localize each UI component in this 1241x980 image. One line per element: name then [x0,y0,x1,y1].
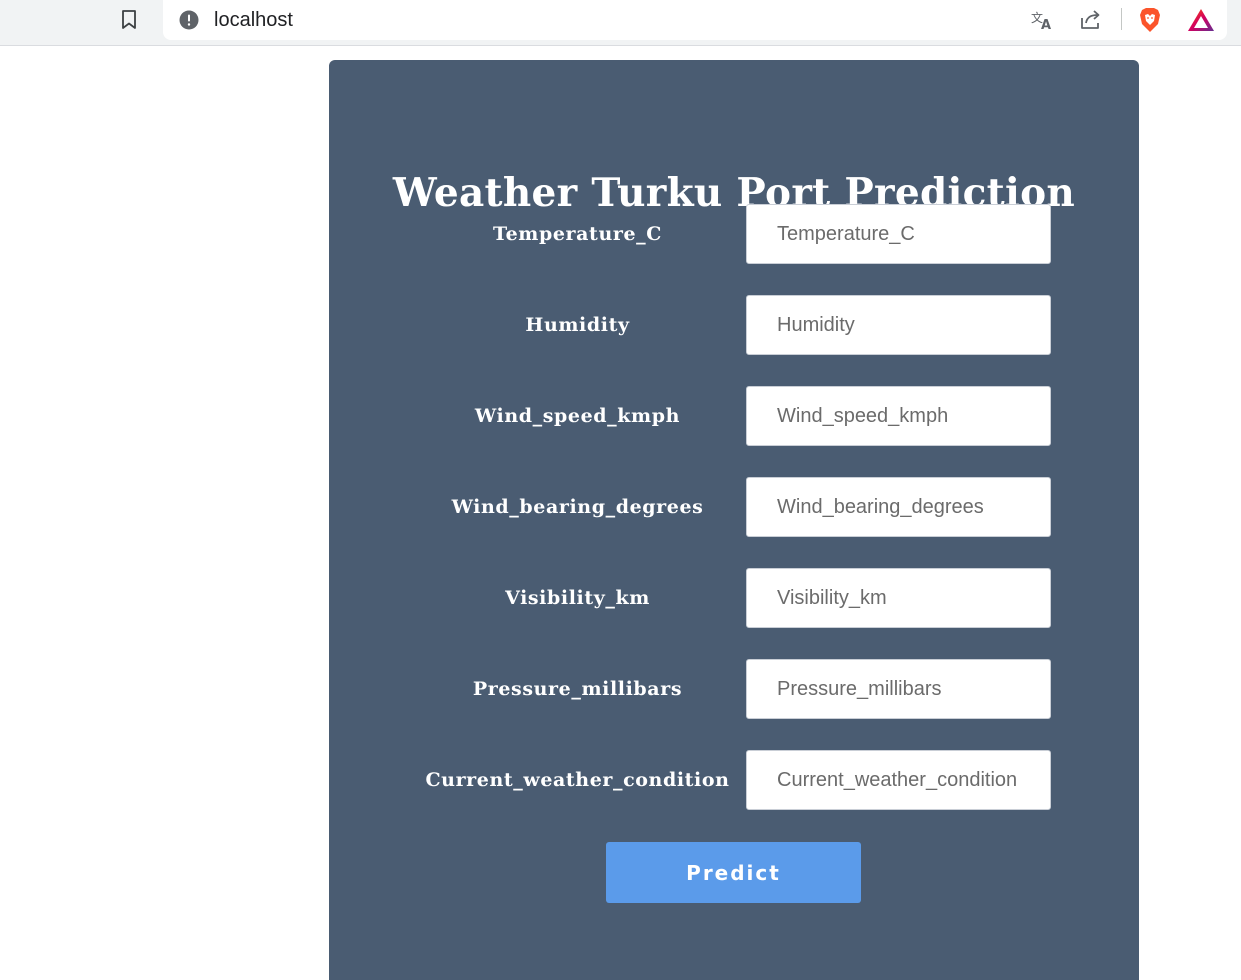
field-row-pressure: Pressure_millibars [329,659,1139,719]
prediction-form-card: Weather Turku Port Prediction Temperatur… [329,60,1139,980]
share-icon[interactable] [1077,6,1105,34]
field-row-wind-speed: Wind_speed_kmph [329,386,1139,446]
weather-condition-input[interactable] [746,750,1051,810]
brave-rewards-triangle-icon[interactable] [1187,6,1215,34]
info-icon[interactable] [179,10,199,30]
translate-icon[interactable]: 文 A [1029,6,1057,34]
wind-speed-input[interactable] [746,386,1051,446]
pressure-input[interactable] [746,659,1051,719]
visibility-input[interactable] [746,568,1051,628]
field-label: Visibility_km [505,587,650,609]
temperature-input[interactable] [746,204,1051,264]
field-row-visibility: Visibility_km [329,568,1139,628]
predict-button[interactable]: Predict [606,842,861,903]
wind-bearing-input[interactable] [746,477,1051,537]
toolbar-divider [1121,8,1122,30]
svg-text:A: A [1041,18,1051,31]
address-bar[interactable]: localhost 文 A [163,0,1227,40]
field-label: Wind_bearing_degrees [451,496,704,518]
brave-lion-icon[interactable] [1136,6,1164,34]
field-row-humidity: Humidity [329,295,1139,355]
bookmark-icon[interactable] [117,8,141,32]
field-row-wind-bearing: Wind_bearing_degrees [329,477,1139,537]
humidity-input[interactable] [746,295,1051,355]
field-row-weather-condition: Current_weather_condition [329,750,1139,810]
field-label: Wind_speed_kmph [474,405,681,427]
field-label: Pressure_millibars [472,678,683,700]
field-label: Current_weather_condition [425,769,730,791]
url-text[interactable]: localhost [214,8,293,32]
field-row-temperature: Temperature_C [329,204,1139,264]
field-label: Humidity [525,314,630,336]
field-label: Temperature_C [493,223,662,245]
browser-toolbar: localhost 文 A [0,0,1241,46]
